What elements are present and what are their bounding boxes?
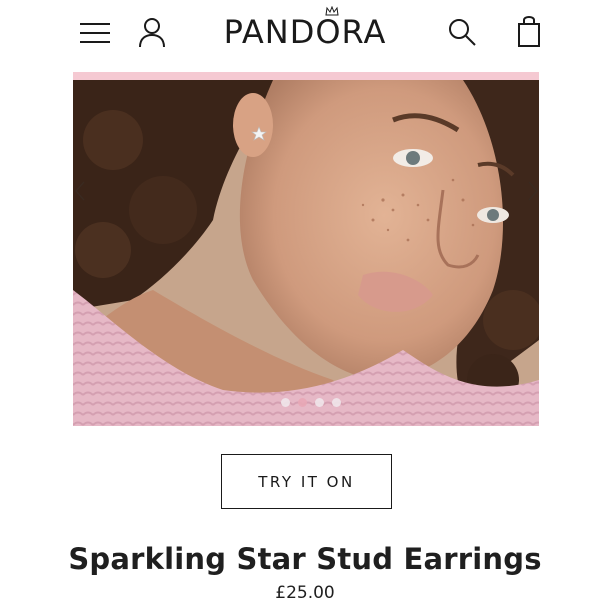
account-icon — [139, 18, 165, 48]
carousel-dot[interactable] — [315, 398, 324, 407]
product-hero-image[interactable] — [73, 80, 539, 426]
brand-logo[interactable]: PANDORA — [205, 6, 405, 56]
search-icon — [449, 19, 476, 46]
search-button[interactable] — [444, 14, 480, 50]
menu-button[interactable] — [78, 18, 112, 48]
crown-icon — [325, 6, 339, 16]
product-title: Sparkling Star Stud Earrings — [68, 542, 542, 576]
site-header: PANDORA — [0, 0, 610, 72]
carousel-dot-active[interactable] — [298, 398, 307, 407]
promo-bar — [73, 72, 539, 80]
model-portrait-image — [73, 80, 539, 426]
chevron-right-icon[interactable] — [526, 180, 540, 202]
carousel-dot[interactable] — [281, 398, 290, 407]
hamburger-menu-icon — [80, 23, 110, 43]
bag-button[interactable] — [514, 12, 544, 50]
chevron-left-icon[interactable] — [73, 180, 87, 202]
shopping-bag-icon — [518, 16, 540, 47]
product-price: £25.00 — [275, 583, 335, 603]
try-it-on-button[interactable]: TRY IT ON — [221, 454, 392, 509]
carousel-dot[interactable] — [332, 398, 341, 407]
account-button[interactable] — [136, 14, 168, 50]
brand-name: PANDORA — [223, 13, 387, 51]
carousel-dots — [281, 398, 341, 407]
